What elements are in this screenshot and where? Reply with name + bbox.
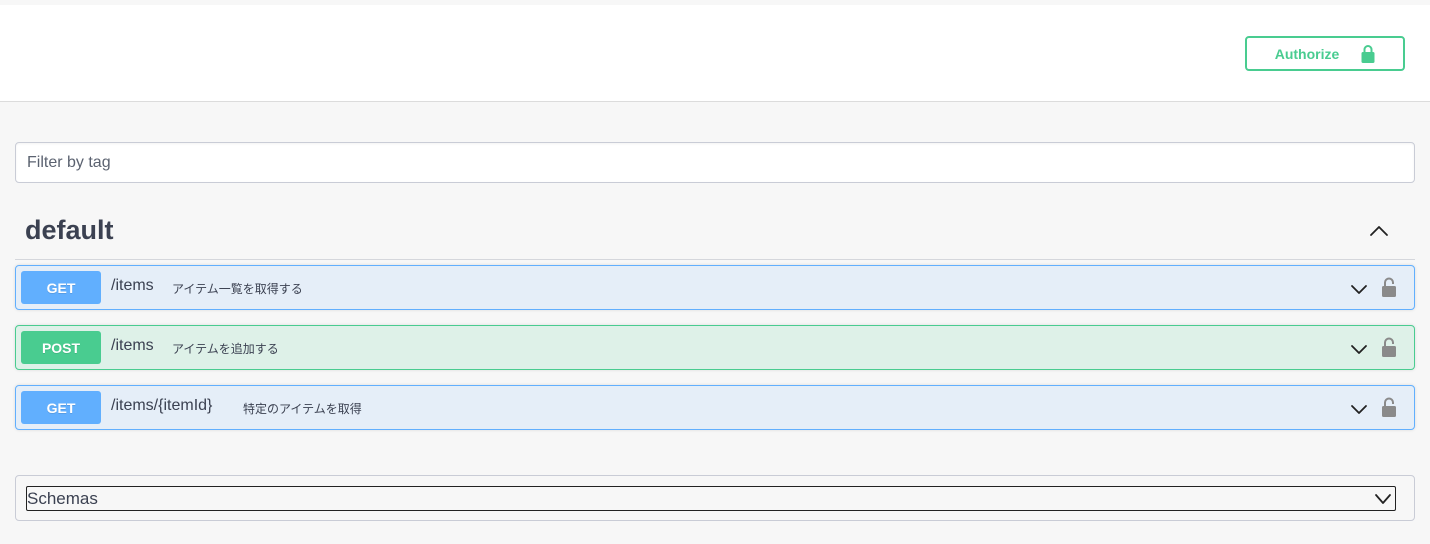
method-badge-get: GET bbox=[21, 391, 101, 424]
method-badge-get: GET bbox=[21, 271, 101, 304]
operation-get-item-by-id[interactable]: GET /items/{itemId} 特定のアイテムを取得 bbox=[15, 385, 1415, 430]
operation-post-items[interactable]: POST /items アイテムを追加する bbox=[15, 325, 1415, 370]
operation-summary: アイテムを追加する bbox=[172, 342, 279, 356]
tag-title: default bbox=[25, 215, 114, 245]
schemas-toggle-button[interactable]: Schemas bbox=[26, 486, 1396, 511]
schemas-section: Schemas bbox=[15, 475, 1415, 521]
chevron-up-icon[interactable] bbox=[1368, 221, 1390, 241]
lock-icon[interactable] bbox=[1380, 396, 1398, 418]
operation-summary: 特定のアイテムを取得 bbox=[243, 402, 362, 416]
chevron-down-icon[interactable] bbox=[1349, 400, 1369, 418]
filter-by-tag-input[interactable] bbox=[15, 142, 1415, 183]
top-bar: Authorize bbox=[0, 5, 1430, 102]
chevron-down-icon[interactable] bbox=[1349, 280, 1369, 298]
operation-get-items[interactable]: GET /items アイテム一覧を取得する bbox=[15, 265, 1415, 310]
operation-path: /items bbox=[111, 337, 154, 354]
chevron-down-icon[interactable] bbox=[1349, 340, 1369, 358]
operation-summary: アイテム一覧を取得する bbox=[172, 282, 303, 296]
operation-path: /items bbox=[111, 277, 154, 294]
chevron-down-icon bbox=[1375, 493, 1391, 504]
lock-icon[interactable] bbox=[1380, 276, 1398, 298]
schemas-label: Schemas bbox=[27, 488, 98, 508]
method-badge-post: POST bbox=[21, 331, 101, 364]
authorize-label: Authorize bbox=[1274, 45, 1340, 62]
lock-icon bbox=[1361, 44, 1375, 63]
operation-path: /items/{itemId} bbox=[111, 397, 213, 414]
lock-icon[interactable] bbox=[1380, 336, 1398, 358]
tag-section-default[interactable]: default bbox=[15, 205, 1415, 260]
authorize-button[interactable]: Authorize bbox=[1245, 36, 1405, 71]
